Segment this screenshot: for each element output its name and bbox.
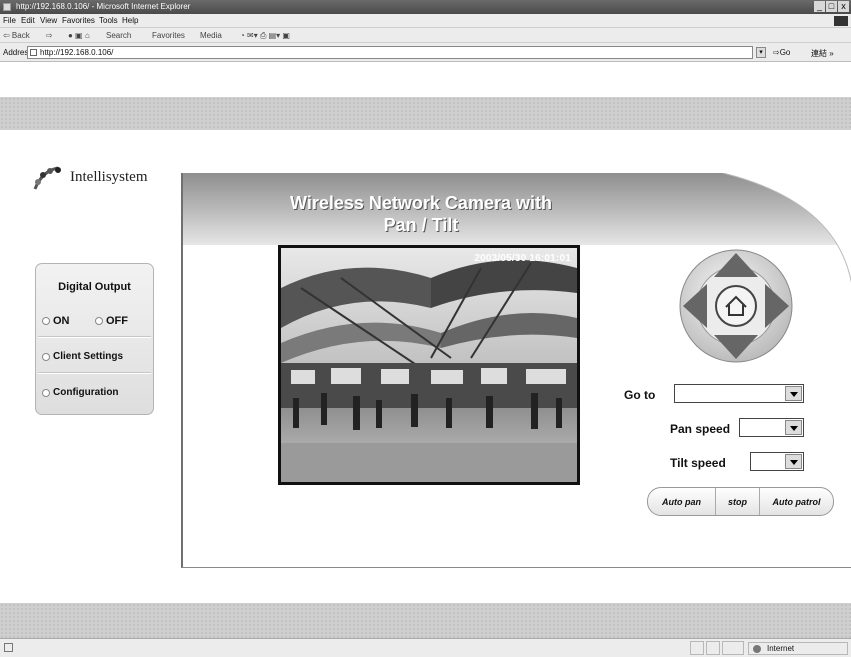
intellisystem-logo: Intellisystem xyxy=(32,165,152,191)
ie-page-icon xyxy=(30,49,37,56)
dropdown-arrow-icon xyxy=(785,454,802,469)
configuration-label: Configuration xyxy=(53,387,119,398)
search-button[interactable]: Search xyxy=(106,28,131,43)
tilt-speed-label: Tilt speed xyxy=(670,456,726,470)
video-timestamp: 2003/05/30 16:01:01 xyxy=(474,253,571,264)
window-buttons: _ □ x xyxy=(814,1,849,12)
on-label: ON xyxy=(53,315,70,327)
auto-patrol-button[interactable]: Auto patrol xyxy=(760,488,833,515)
page-status-icon xyxy=(4,643,13,652)
home-icon[interactable] xyxy=(715,285,757,327)
menu-edit[interactable]: Edit xyxy=(21,14,35,28)
digital-output-title: Digital Output xyxy=(58,281,131,293)
goto-select[interactable] xyxy=(674,384,804,403)
windows-logo-icon xyxy=(834,16,848,26)
page-footer-band xyxy=(0,603,851,638)
patrol-button-group: Auto pan stop Auto patrol xyxy=(647,487,834,516)
radio-circle-icon xyxy=(95,317,103,325)
security-zone: Internet xyxy=(748,642,848,655)
forward-button[interactable]: ⇨ xyxy=(46,28,53,43)
menu-tools[interactable]: Tools xyxy=(99,14,118,28)
off-label: OFF xyxy=(106,315,128,327)
browser-statusbar: Internet xyxy=(0,638,851,657)
maximize-button[interactable]: □ xyxy=(826,1,837,12)
tilt-speed-select[interactable] xyxy=(750,452,804,471)
digital-output-on-radio[interactable]: ON xyxy=(42,315,70,327)
menu-view[interactable]: View xyxy=(40,14,57,28)
browser-toolbar: ⇦ Back ⇨ ● ▣ ⌂ Search Favorites Media ◔ … xyxy=(0,28,851,43)
page-header-band xyxy=(0,97,851,130)
divider xyxy=(38,336,151,338)
zone-label: Internet xyxy=(767,644,795,653)
logo-text: Intellisystem xyxy=(70,169,148,185)
divider xyxy=(38,372,151,374)
client-settings-label: Client Settings xyxy=(53,351,124,362)
ie-page-icon xyxy=(3,3,11,11)
left-control-panel: Digital Output ON OFF Client Settings Co… xyxy=(35,263,154,415)
address-dropdown-icon[interactable]: ▾ xyxy=(756,47,766,58)
radio-circle-icon xyxy=(42,388,50,397)
camera-main-panel: Wireless Network Camera with Pan / Tilt xyxy=(181,173,851,568)
camera-video-view: 2003/05/30 16:01:01 xyxy=(278,245,580,485)
intellisystem-logo-icon xyxy=(33,166,61,190)
address-value: http://192.168.0.106/ xyxy=(40,48,114,57)
radio-circle-icon xyxy=(42,317,50,325)
links-button[interactable]: 連結 » xyxy=(811,48,834,59)
pan-speed-label: Pan speed xyxy=(670,422,731,436)
auto-pan-button[interactable]: Auto pan xyxy=(648,488,716,515)
menu-help[interactable]: Help xyxy=(122,14,138,28)
dropdown-arrow-icon xyxy=(785,386,802,401)
menubar: File Edit View Favorites Tools Help xyxy=(0,14,851,28)
menu-file[interactable]: File xyxy=(3,14,16,28)
internet-zone-icon xyxy=(753,645,761,653)
page-title-line2: Pan / Tilt xyxy=(383,215,459,235)
address-input[interactable]: http://192.168.0.106/ xyxy=(27,46,753,59)
history-mail-print-icons[interactable]: ◔ ✉▾ ⎙ ▤▾ ▣ xyxy=(240,28,290,43)
digital-output-off-radio[interactable]: OFF xyxy=(95,315,128,327)
dropdown-arrow-icon xyxy=(785,420,802,435)
favorites-button[interactable]: Favorites xyxy=(152,28,185,43)
page-title-line1: Wireless Network Camera with xyxy=(290,193,552,213)
go-button[interactable]: ⇨Go xyxy=(773,48,790,57)
pan-speed-select[interactable] xyxy=(739,418,804,437)
menu-favorites[interactable]: Favorites xyxy=(62,14,95,28)
status-segment xyxy=(722,641,744,655)
camera-image xyxy=(281,248,577,482)
window-title: http://192.168.0.106/ - Microsoft Intern… xyxy=(16,2,191,11)
page-top-spacer xyxy=(0,62,851,97)
configuration-option[interactable]: Configuration xyxy=(42,387,119,398)
goto-label: Go to xyxy=(624,388,656,402)
radio-circle-icon xyxy=(42,352,50,361)
browser-titlebar: http://192.168.0.106/ - Microsoft Intern… xyxy=(0,0,851,14)
status-segment xyxy=(690,641,704,655)
stop-button[interactable]: stop xyxy=(716,488,760,515)
client-settings-option[interactable]: Client Settings xyxy=(42,351,123,362)
status-segment xyxy=(706,641,720,655)
media-button[interactable]: Media xyxy=(200,28,222,43)
back-button[interactable]: ⇦ Back xyxy=(3,28,30,43)
address-bar: Address http://192.168.0.106/ ▾ ⇨Go 連結 » xyxy=(0,43,851,62)
ptz-direction-pad xyxy=(679,249,793,363)
close-button[interactable]: x xyxy=(838,1,849,12)
minimize-button[interactable]: _ xyxy=(814,1,825,12)
stop-refresh-home-icons[interactable]: ● ▣ ⌂ xyxy=(68,28,90,43)
